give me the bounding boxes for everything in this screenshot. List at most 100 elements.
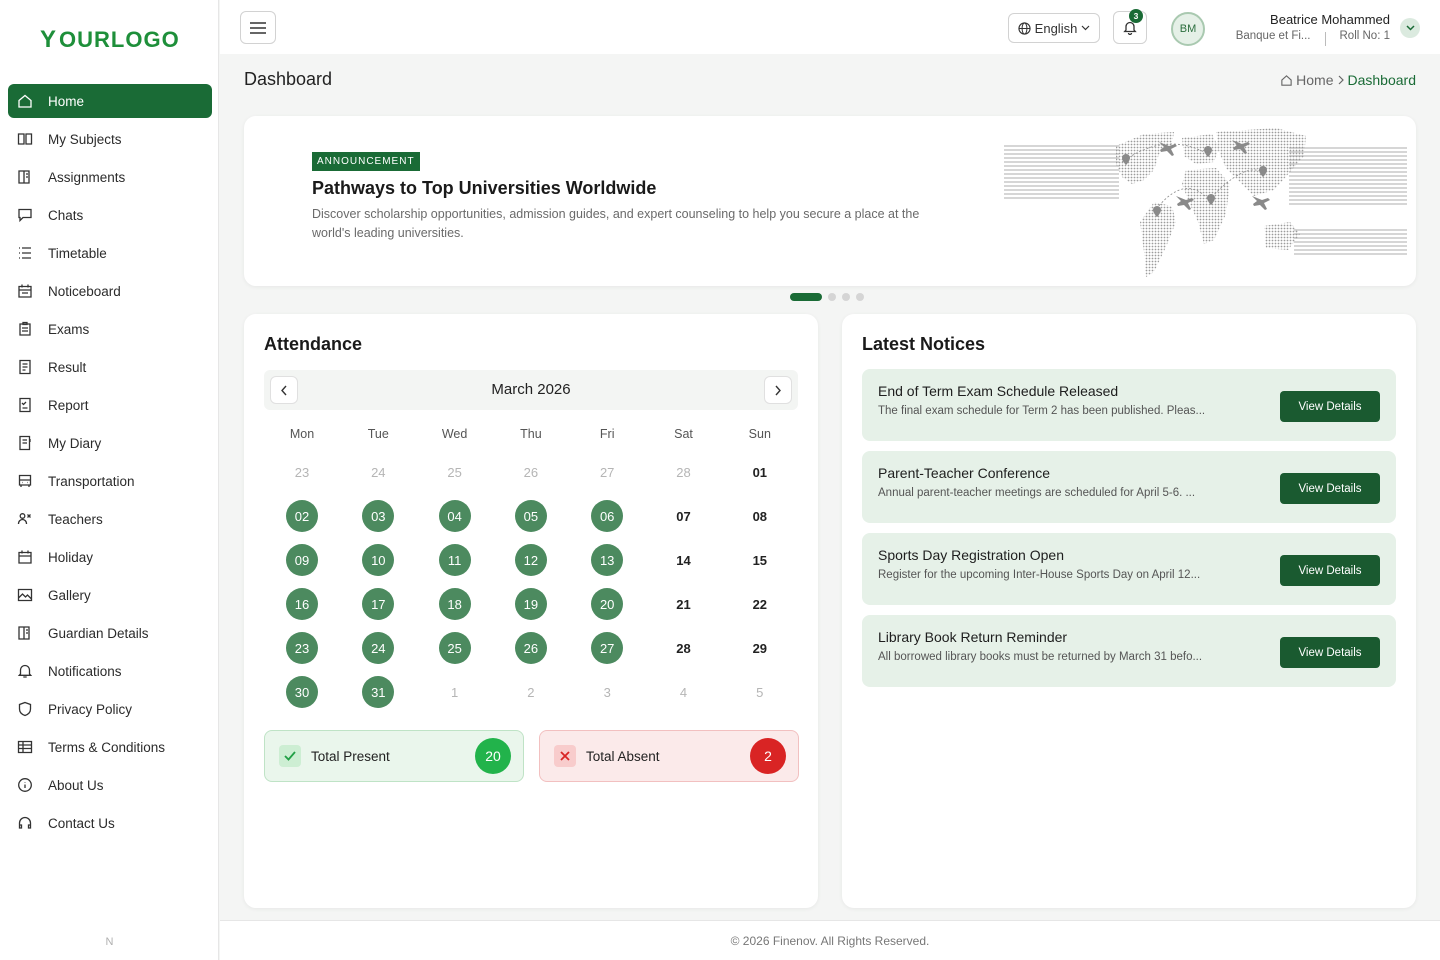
sidebar-item-noticeboard[interactable]: Noticeboard	[8, 274, 212, 308]
calendar-day-present[interactable]: 17	[362, 588, 395, 620]
logo[interactable]: Y OURLOGO	[40, 26, 180, 54]
calendar-day-outside-month[interactable]: 24	[362, 456, 394, 488]
calendar-day-outside-month[interactable]: 4	[668, 676, 700, 708]
avatar[interactable]: BM	[1171, 12, 1205, 46]
calendar-day-outside-month[interactable]: 23	[286, 456, 318, 488]
sidebar-item-label: Teachers	[48, 511, 103, 527]
total-absent-summary: Total Absent 2	[539, 730, 799, 782]
sidebar-item-my-diary[interactable]: My Diary	[8, 426, 212, 460]
sidebar-item-exams[interactable]: Exams	[8, 312, 212, 346]
calendar-day-present[interactable]: 20	[591, 588, 624, 620]
language-select[interactable]: English	[1008, 13, 1100, 43]
calendar-day-present[interactable]: 10	[362, 544, 395, 576]
sidebar-item-timetable[interactable]: Timetable	[8, 236, 212, 270]
calendar-day[interactable]: 28	[668, 632, 700, 664]
calendar-day-outside-month[interactable]: 27	[591, 456, 623, 488]
calendar-day-present[interactable]: 04	[438, 500, 471, 532]
calendar-day-present[interactable]: 12	[514, 544, 547, 576]
calendar-day-present[interactable]: 31	[362, 676, 395, 708]
notices-title: Latest Notices	[862, 334, 986, 354]
calendar-day-present[interactable]: 30	[286, 676, 318, 708]
sidebar-item-label: Contact Us	[48, 815, 115, 831]
view-details-button[interactable]: View Details	[1280, 473, 1380, 504]
sidebar-item-teachers[interactable]: Teachers	[8, 502, 212, 536]
latest-notices-card: Latest Notices End of Term Exam Schedule…	[842, 314, 1416, 908]
view-details-button[interactable]: View Details	[1280, 637, 1380, 668]
sidebar-item-chats[interactable]: Chats	[8, 198, 212, 232]
sidebar-item-report[interactable]: Report	[8, 388, 212, 422]
calendar-day[interactable]: 07	[668, 500, 700, 532]
sidebar-item-result[interactable]: Result	[8, 350, 212, 384]
footer-copyright: © 2026 Finenov. All Rights Reserved.	[220, 920, 1440, 960]
user-menu-toggle[interactable]	[1400, 18, 1420, 38]
sidebar-item-contact-us[interactable]: Contact Us	[8, 806, 212, 840]
sidebar-item-gallery[interactable]: Gallery	[8, 578, 212, 612]
view-details-button[interactable]: View Details	[1280, 555, 1380, 586]
sidebar-item-label: Holiday	[48, 549, 94, 565]
calendar-day-present[interactable]: 05	[514, 500, 547, 532]
carousel-dot[interactable]	[842, 293, 850, 301]
breadcrumb-home[interactable]: Home	[1296, 72, 1333, 88]
calendar-day[interactable]: 29	[744, 632, 776, 664]
sidebar-item-notifications[interactable]: Notifications	[8, 654, 212, 688]
sidebar-item-label: Result	[48, 359, 87, 375]
sidebar-item-assignments[interactable]: Assignments	[8, 160, 212, 194]
calendar-day-present[interactable]: 13	[591, 544, 624, 576]
world-map-illustration	[1004, 128, 1407, 277]
calendar-day-outside-month[interactable]: 5	[744, 676, 776, 708]
page-title: Dashboard	[244, 69, 333, 89]
notifications-button[interactable]: 3	[1113, 9, 1147, 44]
breadcrumb-current: Dashboard	[1347, 72, 1417, 88]
chevron-right-icon	[1338, 75, 1344, 85]
menu-toggle-button[interactable]	[240, 11, 276, 44]
calendar-day-present[interactable]: 16	[286, 588, 318, 620]
calendar-day-outside-month[interactable]: 3	[591, 676, 623, 708]
sidebar-item-transportation[interactable]: Transportation	[8, 464, 212, 498]
calendar-day-present[interactable]: 06	[591, 500, 624, 532]
sidebar-item-privacy-policy[interactable]: Privacy Policy	[8, 692, 212, 726]
calendar-day-present[interactable]: 24	[362, 632, 395, 664]
sidebar-item-home[interactable]: Home	[8, 84, 212, 118]
announcement-banner[interactable]: ANNOUNCEMENT Pathways to Top Universitie…	[244, 116, 1416, 286]
carousel-dot[interactable]	[828, 293, 836, 301]
calendar-day-present[interactable]: 09	[286, 544, 318, 576]
carousel-indicators	[790, 293, 864, 301]
calendar-day[interactable]: 15	[744, 544, 776, 576]
sidebar-item-label: Report	[48, 397, 89, 413]
calendar-day-present[interactable]: 25	[438, 632, 471, 664]
calendar-day[interactable]: 01	[744, 456, 776, 488]
calendar-day-outside-month[interactable]: 28	[668, 456, 700, 488]
calendar-day[interactable]: 21	[668, 588, 700, 620]
announcement-title: Pathways to Top Universities Worldwide	[312, 178, 657, 198]
teachers-icon	[16, 510, 34, 528]
calendar-day-present[interactable]: 19	[514, 588, 547, 620]
calendar-day-outside-month[interactable]: 1	[439, 676, 471, 708]
view-details-button[interactable]: View Details	[1280, 391, 1380, 422]
carousel-dot[interactable]	[856, 293, 864, 301]
sidebar-item-holiday[interactable]: Holiday	[8, 540, 212, 574]
sidebar-item-my-subjects[interactable]: My Subjects	[8, 122, 212, 156]
calendar-next-button[interactable]	[764, 376, 792, 404]
sidebar-item-guardian-details[interactable]: Guardian Details	[8, 616, 212, 650]
calendar-day-outside-month[interactable]: 25	[439, 456, 471, 488]
calendar-day[interactable]: 22	[744, 588, 776, 620]
calendar-day-present[interactable]: 27	[591, 632, 624, 664]
calendar-day-outside-month[interactable]: 2	[515, 676, 547, 708]
total-present-count: 20	[475, 738, 511, 774]
calendar-day-present[interactable]: 26	[514, 632, 547, 664]
sidebar-item-about-us[interactable]: About Us	[8, 768, 212, 802]
calendar-day-present[interactable]: 18	[438, 588, 471, 620]
info-icon	[16, 776, 34, 794]
calendar-day-present[interactable]: 23	[286, 632, 318, 664]
calendar-day-outside-month[interactable]: 26	[515, 456, 547, 488]
calendar-header: March 2026	[264, 370, 798, 410]
sidebar-footer-mark: N	[105, 936, 114, 948]
carousel-dot[interactable]	[790, 293, 822, 301]
calendar-day-present[interactable]: 11	[438, 544, 471, 576]
calendar-day-present[interactable]: 03	[362, 500, 395, 532]
sidebar-item-terms-conditions[interactable]: Terms & Conditions	[8, 730, 212, 764]
calendar-day[interactable]: 14	[668, 544, 700, 576]
calendar-day-present[interactable]: 02	[286, 500, 318, 532]
calendar-day[interactable]: 08	[744, 500, 776, 532]
weekday-label: Thu	[520, 427, 542, 441]
